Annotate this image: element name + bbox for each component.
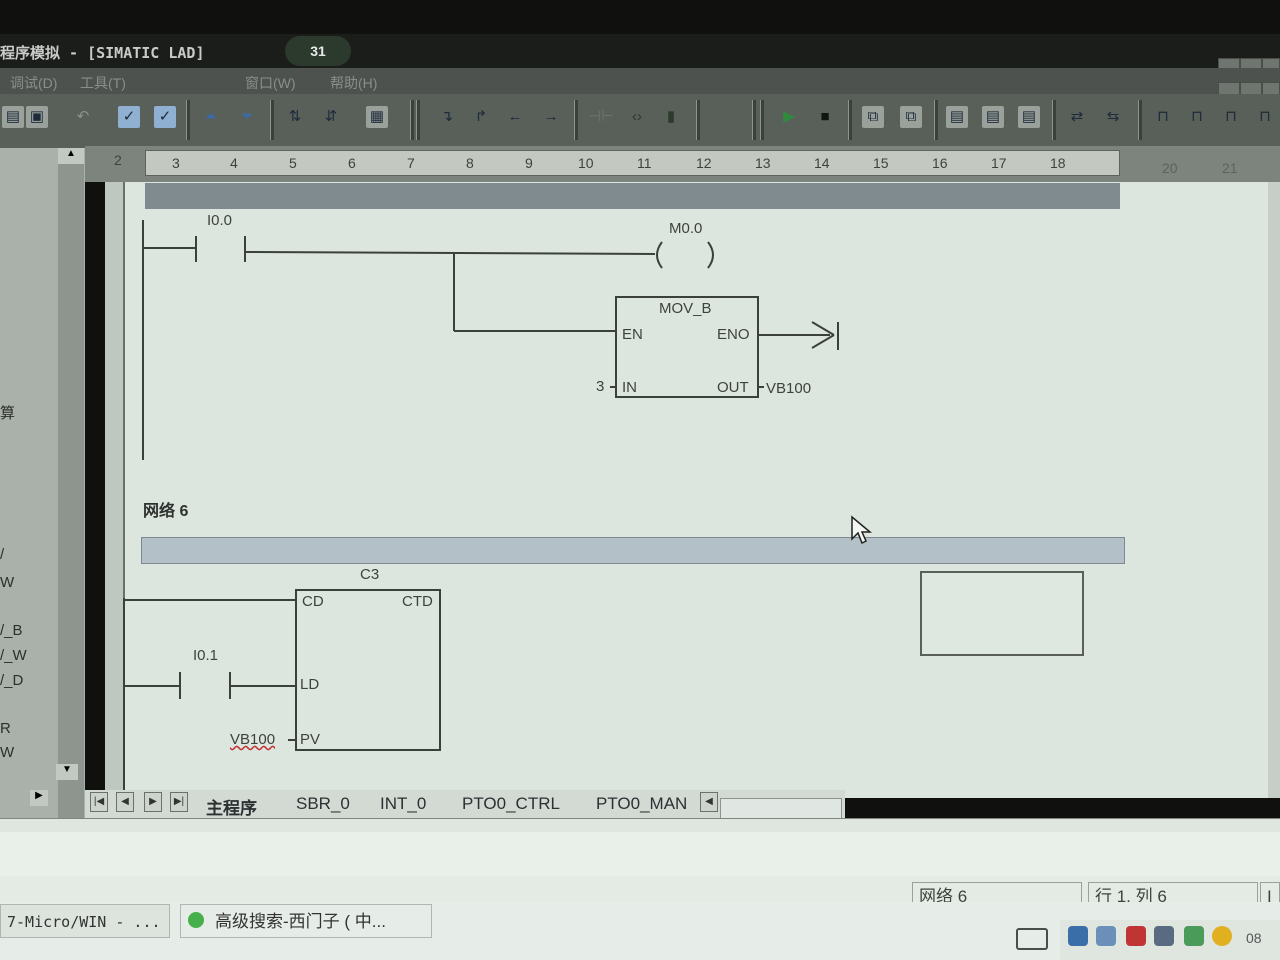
- contact-address[interactable]: I0.1: [193, 647, 218, 664]
- pin-label-cd: CD: [302, 593, 324, 610]
- ctd-box: [295, 589, 441, 751]
- pin-label-en: EN: [622, 326, 643, 343]
- tab-first-icon[interactable]: |◀: [90, 792, 108, 812]
- tab-prev-icon[interactable]: ◀: [116, 792, 134, 812]
- pin-label-ld: LD: [300, 676, 320, 693]
- pin-label-in: IN: [622, 379, 637, 396]
- network-title[interactable]: 网络 6: [143, 497, 188, 521]
- tab-pto0-man[interactable]: PTO0_MAN: [596, 794, 687, 814]
- app-tray-icon[interactable]: [1212, 926, 1232, 946]
- tab-last-icon[interactable]: ▶|: [170, 792, 188, 812]
- taskbar-item-microwin[interactable]: 7-Micro/WIN - ...: [0, 904, 170, 938]
- pin-label-out: OUT: [717, 379, 749, 396]
- arrow-line: [811, 321, 835, 336]
- tray-clock[interactable]: 08: [1246, 930, 1262, 946]
- update-icon[interactable]: [1184, 926, 1204, 946]
- taskbar-item-browser[interactable]: 高级搜索-西门子 ( 中...: [180, 904, 432, 938]
- counter-name[interactable]: C3: [360, 566, 379, 583]
- keyboard-icon[interactable]: [1016, 928, 1048, 950]
- tab-sbr0[interactable]: SBR_0: [296, 794, 350, 814]
- box-title: MOV_B: [659, 300, 712, 317]
- network-icon[interactable]: [1068, 926, 1088, 946]
- counter-type: CTD: [402, 593, 433, 610]
- contact-address[interactable]: I0.0: [207, 212, 232, 229]
- shield-icon[interactable]: [1154, 926, 1174, 946]
- rung-wire: [244, 251, 656, 255]
- tab-scrollbar[interactable]: [720, 798, 842, 820]
- empty-element-box[interactable]: [920, 571, 1084, 656]
- tab-pto0-ctrl[interactable]: PTO0_CTRL: [462, 794, 560, 814]
- in-operand[interactable]: 3: [596, 378, 604, 395]
- pv-operand[interactable]: VB100: [230, 731, 275, 748]
- tab-main[interactable]: 主程序: [206, 794, 257, 819]
- tab-scroll-left-icon[interactable]: ◀: [700, 792, 718, 812]
- coil-right: [707, 241, 714, 269]
- arrow-line: [811, 334, 835, 349]
- horizontal-scrollbar[interactable]: [0, 818, 1280, 833]
- tab-next-icon[interactable]: ▶: [144, 792, 162, 812]
- mouse-cursor-icon: [851, 515, 873, 545]
- coil-left: [656, 241, 663, 269]
- coil-address[interactable]: M0.0: [669, 220, 702, 237]
- tab-int0[interactable]: INT_0: [380, 794, 426, 814]
- wifi-icon[interactable]: [1096, 926, 1116, 946]
- pin-label-eno: ENO: [717, 326, 750, 343]
- out-operand[interactable]: VB100: [766, 380, 811, 397]
- pin-label-pv: PV: [300, 731, 321, 748]
- network-comment-bar[interactable]: [141, 537, 1125, 564]
- security-icon[interactable]: [1126, 926, 1146, 946]
